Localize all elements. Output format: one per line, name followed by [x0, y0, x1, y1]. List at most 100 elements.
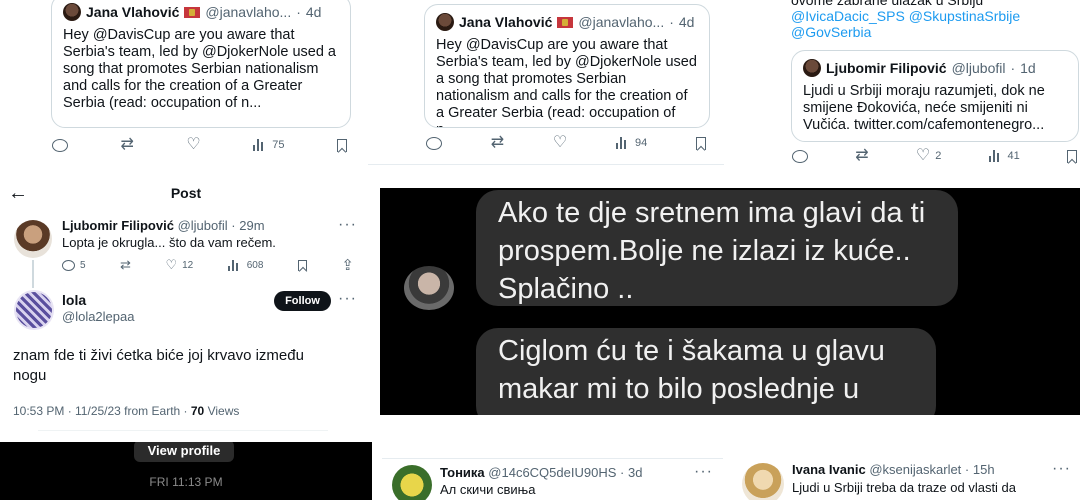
avatar[interactable] — [392, 465, 432, 500]
page-title: Post — [170, 185, 202, 201]
avatar[interactable] — [404, 266, 454, 310]
author-name: Ljubomir Filipović — [826, 60, 947, 76]
author-name: Jana Vlahović — [459, 14, 553, 30]
like-button[interactable]: ♡ 12 — [165, 257, 193, 273]
repost-button[interactable]: ⇄ — [121, 137, 134, 153]
author-handle: @ksenijaskarlet — [869, 462, 962, 477]
repost-button[interactable]: ⇄ — [120, 257, 131, 273]
tweet-panel-8: Ivana Ivanic @ksenijaskarlet · 15h ··· L… — [730, 458, 1080, 500]
tweet-panel-2: Jana Vlahović @janavlaho... · 4d Hey @Da… — [368, 0, 724, 165]
bookmark-icon — [696, 136, 706, 150]
avatar[interactable] — [14, 220, 52, 258]
more-options-icon[interactable]: ··· — [694, 463, 713, 481]
reply-icon — [426, 136, 442, 150]
tweet-panel-7: Тоника @14c6CQ5deIU90HS · 3d ··· Ал скич… — [382, 458, 723, 500]
avatar — [803, 59, 821, 77]
reply-button[interactable]: 5 — [62, 259, 86, 271]
reply-icon — [52, 138, 68, 152]
message-bubble: Ako te dje sretnem ima glavi da ti prosp… — [476, 190, 958, 306]
repost-button[interactable]: ⇄ — [855, 148, 868, 164]
share-icon: ⇪ — [341, 256, 354, 274]
avatar — [436, 13, 454, 31]
montenegro-flag-icon — [557, 16, 574, 28]
post-age: 3d — [627, 465, 643, 480]
views-count: 75 — [272, 139, 285, 151]
post-age: 4d — [305, 4, 322, 20]
tweet-panel-3: ovome zabrane ulazak u Srbiju @IvicaDaci… — [727, 0, 1080, 175]
author-handle: @ljubofil — [177, 218, 228, 233]
follow-button[interactable]: Follow — [274, 291, 331, 311]
more-options-icon[interactable]: ··· — [1052, 460, 1071, 478]
author-handle: @lola2lepaa — [62, 309, 135, 324]
repost-icon: ⇄ — [855, 147, 869, 164]
tweet-text: Ал скичи свиња — [440, 482, 536, 497]
author-name: Тоника — [440, 465, 485, 480]
views-button[interactable]: 41 — [988, 150, 1020, 162]
message-timestamp: FRI 11:13 PM — [149, 475, 223, 489]
views-button[interactable]: 608 — [227, 259, 263, 271]
mentions-line[interactable]: @GovSerbia — [791, 24, 1020, 40]
bookmark-icon — [337, 138, 347, 152]
views-icon — [988, 150, 1003, 162]
views-icon — [227, 259, 242, 271]
more-options-icon[interactable]: ··· — [338, 290, 357, 308]
repost-icon: ⇄ — [490, 134, 505, 151]
quoted-tweet[interactable]: Jana Vlahović @janavlaho... · 4d Hey @Da… — [424, 4, 710, 128]
bookmark-button[interactable] — [1067, 149, 1077, 163]
tweet-text: Ljudi u Srbiji moraju razumjeti, dok ne … — [803, 83, 1045, 133]
like-button[interactable]: ♡ — [553, 135, 567, 151]
like-button[interactable]: ♡ — [186, 137, 200, 153]
tweet-text: Hey @DavisCup are you aware that Serbia'… — [436, 37, 697, 127]
author-name: Ljubomir Filipović — [62, 218, 174, 233]
bookmark-button[interactable] — [696, 136, 706, 150]
post-view-panel: ← Post Ljubomir Filipović @ljubofil · 29… — [0, 178, 372, 440]
reply-button[interactable] — [426, 136, 442, 150]
avatar[interactable] — [14, 290, 54, 330]
views-button[interactable]: 94 — [616, 137, 647, 149]
view-profile-button[interactable]: View profile — [134, 442, 234, 462]
quoted-tweet[interactable]: Ljubomir Filipović @ljubofil · 1d Ljudi … — [791, 50, 1079, 142]
share-button[interactable]: ⇪ — [341, 258, 354, 273]
post-age: 4d — [678, 14, 695, 30]
montenegro-flag-icon — [184, 6, 201, 18]
views-count: 94 — [635, 137, 648, 149]
dm-profile-panel: View profile FRI 11:13 PM — [0, 442, 372, 500]
bookmark-button[interactable] — [297, 259, 307, 271]
author-name: lola — [62, 292, 87, 308]
post-timestamp: 10:53 PM · 11/25/23 from Earth · — [13, 404, 191, 418]
tweet-text: ovome zabrane ulazak u Srbiju — [791, 0, 984, 8]
heart-icon: ♡ — [552, 134, 568, 151]
heart-icon: ♡ — [186, 136, 201, 153]
reply-icon — [62, 259, 75, 271]
like-count: 2 — [935, 150, 942, 162]
mentions-line[interactable]: @IvicaDacic_SPS @SkupstinaSrbije — [791, 8, 1020, 24]
tweet-panel-1: Jana Vlahović @janavlaho... · 4d Hey @Da… — [0, 0, 365, 165]
post-age: 1d — [1020, 60, 1036, 76]
reply-button[interactable] — [52, 138, 68, 152]
avatar[interactable] — [742, 463, 784, 500]
repost-icon: ⇄ — [120, 136, 134, 153]
chat-panel: Ako te dje sretnem ima glavi da ti prosp… — [380, 188, 1080, 415]
views-button[interactable]: 75 — [253, 139, 285, 151]
like-count: 12 — [182, 259, 194, 271]
post-age: 29m — [239, 218, 265, 233]
views-icon — [616, 137, 630, 149]
views-icon — [253, 139, 267, 151]
like-button[interactable]: ♡ 2 — [916, 148, 941, 164]
heart-icon: ♡ — [165, 257, 178, 272]
repost-button[interactable]: ⇄ — [491, 135, 504, 151]
bookmark-icon — [1067, 149, 1077, 163]
reply-count: 5 — [80, 259, 86, 271]
more-options-icon[interactable]: ··· — [338, 216, 357, 234]
repost-icon: ⇄ — [120, 257, 131, 272]
thread-connector — [32, 260, 34, 288]
bookmark-icon — [297, 259, 307, 271]
action-row-cutoff — [38, 430, 328, 440]
quoted-tweet[interactable]: Jana Vlahović @janavlaho... · 4d Hey @Da… — [51, 0, 351, 128]
reply-button[interactable] — [792, 149, 808, 163]
reply-icon — [792, 149, 808, 163]
bookmark-button[interactable] — [337, 138, 347, 152]
author-handle: @janavlaho... — [578, 14, 665, 30]
message-bubble: Ciglom ću te i šakama u glavu makar mi t… — [476, 328, 936, 415]
post-metadata: 10:53 PM · 11/25/23 from Earth · 70 View… — [13, 404, 239, 418]
